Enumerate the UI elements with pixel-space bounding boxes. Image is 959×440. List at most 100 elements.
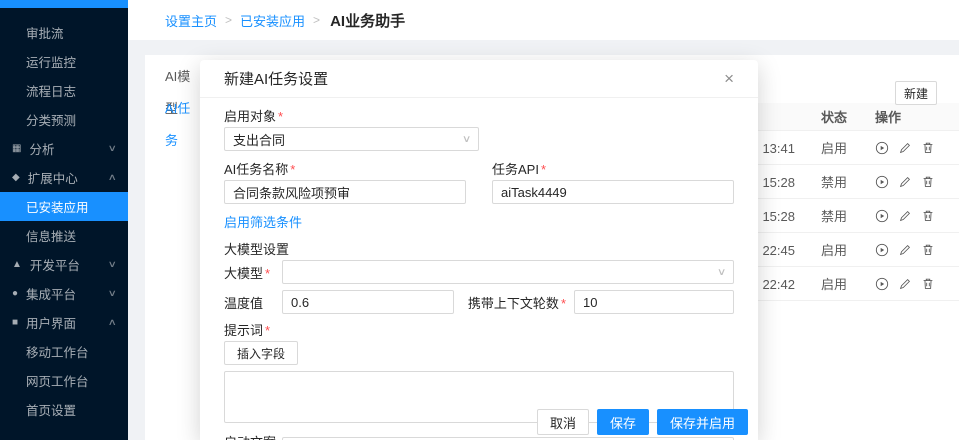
run-icon[interactable] [875,209,889,223]
sidebar-item-label: 运行监控 [26,52,76,71]
sidebar-item-label: 移动工作台 [26,342,89,361]
table-header-actions-label: 操作 [875,107,901,126]
dev-platform-icon: ▲ [12,260,22,270]
sidebar-group-label: 开发平台 [30,255,80,274]
table-header-actions: 操作 [851,107,959,126]
sidebar-item-mobile-workbench[interactable]: 移动工作台 [0,337,128,366]
edit-icon[interactable] [898,243,912,257]
topbar: 设置主页 > 已安装应用 > AI业务助手 [128,0,959,40]
edit-icon[interactable] [898,277,912,291]
cell-actions [851,141,959,155]
task-api-input[interactable] [492,180,734,204]
enable-target-label: 启用对象 [224,106,283,125]
run-icon[interactable] [875,277,889,291]
sidebar-group-label: 用户界面 [26,313,76,332]
chevron-down-icon: ∨ [108,259,117,270]
table-header-status: 状态 [795,107,851,126]
sidebar-item-label: 流程日志 [26,81,76,100]
extension-icon: ◆ [12,173,20,183]
sidebar-item-run-monitor[interactable]: 运行监控 [0,47,128,76]
sidebar-item-label: 信息推送 [26,226,76,245]
new-button[interactable]: 新建 [895,81,937,105]
task-name-field-group: AI任务名称 [224,159,466,204]
cell-actions [851,277,959,291]
tab-ai-task[interactable]: AI任务 [145,93,203,125]
name-api-row: AI任务名称 任务API [224,159,734,204]
breadcrumb-installed-apps[interactable]: 已安装应用 [240,11,305,30]
prompt-label: 提示词 [224,320,270,339]
task-name-label: AI任务名称 [224,159,295,178]
modal-footer: 取消 保存 保存并启用 [200,407,758,437]
sidebar-group-label: 集成平台 [26,284,76,303]
sidebar-item-approval-flow[interactable]: 审批流 [0,18,128,47]
edit-icon[interactable] [898,175,912,189]
context-rounds-label: 携带上下文轮数 [468,293,566,312]
enable-filter-link[interactable]: 启用筛选条件 [224,215,302,230]
enable-target-select[interactable]: 支出合同 ∨ [224,127,479,151]
sidebar-item-installed-apps[interactable]: 已安装应用 [0,192,128,221]
delete-icon[interactable] [921,175,935,189]
chevron-down-icon: ∨ [108,143,117,154]
enable-target-value: 支出合同 [233,130,285,149]
tab-ai-model[interactable]: AI模型 [145,61,203,93]
sidebar-group-integration-platform[interactable]: ● 集成平台 ∨ [0,279,128,308]
sidebar-item-partial-top[interactable] [0,0,128,8]
edit-icon[interactable] [898,209,912,223]
breadcrumb-separator: > [225,13,232,27]
sidebar-item-label: 审批流 [26,23,64,42]
delete-icon[interactable] [921,209,935,223]
sidebar-group-label: 分析 [29,139,54,158]
run-icon[interactable] [875,175,889,189]
cell-status: 禁用 [795,206,851,225]
sidebar-item-web-workbench[interactable]: 网页工作台 [0,366,128,395]
chevron-down-icon: ∨ [108,288,117,299]
breadcrumb-separator: > [313,13,320,27]
sidebar-item-label: 网页工作台 [26,371,89,390]
breadcrumb-settings-home[interactable]: 设置主页 [165,11,217,30]
chevron-down-icon: ∨ [717,267,727,278]
sidebar-group-analysis[interactable]: ▦ 分析 ∨ [0,134,128,163]
sidebar-group-label: 扩展中心 [28,168,78,187]
save-and-enable-button[interactable]: 保存并启用 [657,409,748,435]
save-button[interactable]: 保存 [597,409,649,435]
sidebar-item-message-push[interactable]: 信息推送 [0,221,128,250]
sidebar-group-dev-platform[interactable]: ▲ 开发平台 ∨ [0,250,128,279]
run-icon[interactable] [875,243,889,257]
integration-icon: ● [12,289,18,299]
temperature-row: 温度值 携带上下文轮数 [224,290,734,314]
sidebar-item-label: 已安装应用 [26,197,89,216]
chevron-up-icon: ∧ [108,172,117,183]
app-root: { "colors": {"primary": "#1890ff", "side… [0,0,959,440]
cancel-button[interactable]: 取消 [537,409,589,435]
delete-icon[interactable] [921,277,935,291]
sidebar-group-user-interface[interactable]: ■ 用户界面 ∧ [0,308,128,337]
sidebar-group-extension-center[interactable]: ◆ 扩展中心 ∧ [0,163,128,192]
llm-section-title: 大模型设置 [224,239,734,258]
chevron-down-icon: ∨ [462,134,472,145]
llm-select[interactable]: ∨ [282,260,734,284]
close-icon[interactable]: × [724,70,734,87]
llm-row: 大模型 ∨ [224,260,734,284]
task-name-input[interactable] [224,180,466,204]
cell-actions [851,175,959,189]
temperature-input[interactable] [282,290,454,314]
sidebar-item-classification-predict[interactable]: 分类预测 [0,105,128,134]
cell-status: 启用 [795,138,851,157]
delete-icon[interactable] [921,243,935,257]
insert-field-row: 插入字段 [224,341,734,365]
delete-icon[interactable] [921,141,935,155]
edit-icon[interactable] [898,141,912,155]
run-icon[interactable] [875,141,889,155]
sidebar-item-home-settings[interactable]: 首页设置 [0,395,128,424]
insert-field-button[interactable]: 插入字段 [224,341,298,365]
left-tab-rail: AI模型 AI任务 [145,55,203,125]
modal-body: 启用对象 支出合同 ∨ AI任务名称 任务API 启用筛选条件 大模型设置 大模… [200,98,758,440]
filter-link-row: 启用筛选条件 [224,212,734,231]
sidebar-item-process-log[interactable]: 流程日志 [0,76,128,105]
task-api-field-group: 任务API [492,159,734,204]
sidebar-menu: 审批流 运行监控 流程日志 分类预测 ▦ 分析 ∨ ◆ 扩展中心 ∧ 已安装应用… [0,8,128,424]
new-ai-task-modal: 新建AI任务设置 × 启用对象 支出合同 ∨ AI任务名称 任务API 启用筛选… [200,60,758,440]
context-rounds-input[interactable] [574,290,734,314]
sidebar-item-label: 分类预测 [26,110,76,129]
cell-status: 禁用 [795,172,851,191]
